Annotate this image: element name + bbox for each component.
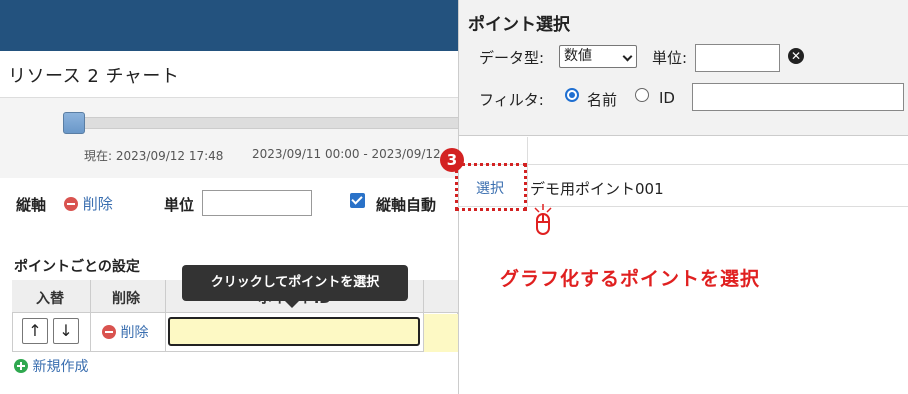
extra-cell — [424, 314, 458, 352]
tooltip-arrow — [284, 300, 300, 308]
filter-input[interactable] — [692, 83, 904, 111]
move-down-button[interactable]: ↓ — [53, 318, 79, 344]
row-delete-label: 削除 — [120, 325, 149, 341]
new-create-label: 新規作成 — [32, 359, 89, 375]
minus-circle-icon — [64, 197, 78, 211]
axis-auto-checkbox[interactable] — [350, 193, 365, 208]
column-divider — [527, 137, 528, 207]
point-id-input[interactable] — [168, 317, 420, 346]
new-create-link[interactable]: 新規作成 — [14, 356, 88, 376]
dialog-title: ポイント選択 — [468, 15, 570, 35]
column-divider — [90, 280, 91, 352]
time-slider-panel — [0, 98, 458, 178]
point-name: デモ用ポイント001 — [530, 180, 664, 198]
header-delete: 削除 — [112, 291, 140, 307]
top-header-bar — [0, 0, 458, 51]
time-range-label: 2023/09/11 00:00 - 2023/09/12 — [252, 147, 441, 161]
instruction-text: グラフ化するポイントを選択 — [500, 268, 761, 290]
per-point-settings-title: ポイントごとの設定 — [14, 259, 140, 275]
filter-by-name-label: 名前 — [587, 91, 618, 109]
mouse-click-icon — [534, 204, 552, 235]
axis-auto-label: 縦軸自動 — [376, 196, 437, 214]
filter-by-name-radio[interactable] — [565, 88, 579, 102]
chart-title: リソース 2 チャート — [8, 66, 180, 87]
step-number-badge: 3 — [440, 148, 464, 172]
unit-input[interactable] — [202, 190, 312, 216]
highlight-box — [455, 163, 527, 211]
unit-label: 単位 — [164, 196, 195, 214]
plus-circle-icon — [14, 359, 28, 373]
dialog-unit-label: 単位: — [652, 49, 688, 67]
axis-delete-button[interactable]: 削除 — [64, 193, 113, 214]
column-divider — [165, 280, 166, 352]
minus-circle-icon — [102, 325, 116, 339]
data-type-value: 数値 — [564, 48, 592, 64]
filter-by-id-radio[interactable] — [635, 88, 649, 102]
filter-label: フィルタ: — [479, 91, 544, 109]
row-delete-button[interactable]: 削除 — [102, 322, 148, 342]
time-slider-track[interactable] — [68, 117, 458, 129]
chevron-down-icon — [622, 51, 633, 62]
move-up-button[interactable]: ↑ — [22, 318, 48, 344]
data-type-select[interactable]: 数値 — [559, 45, 637, 68]
axis-label: 縦軸 — [16, 196, 47, 214]
dialog-unit-input[interactable] — [695, 44, 780, 72]
tooltip: クリックしてポイントを選択 — [182, 265, 408, 301]
current-time-label: 現在: 2023/09/12 17:48 — [84, 149, 224, 163]
time-slider-thumb[interactable] — [63, 112, 85, 134]
clear-icon[interactable]: ✕ — [788, 48, 804, 64]
filter-by-id-label: ID — [659, 89, 675, 107]
header-reorder: 入替 — [36, 291, 64, 307]
data-type-label: データ型: — [479, 49, 545, 67]
axis-delete-label: 削除 — [82, 195, 113, 213]
